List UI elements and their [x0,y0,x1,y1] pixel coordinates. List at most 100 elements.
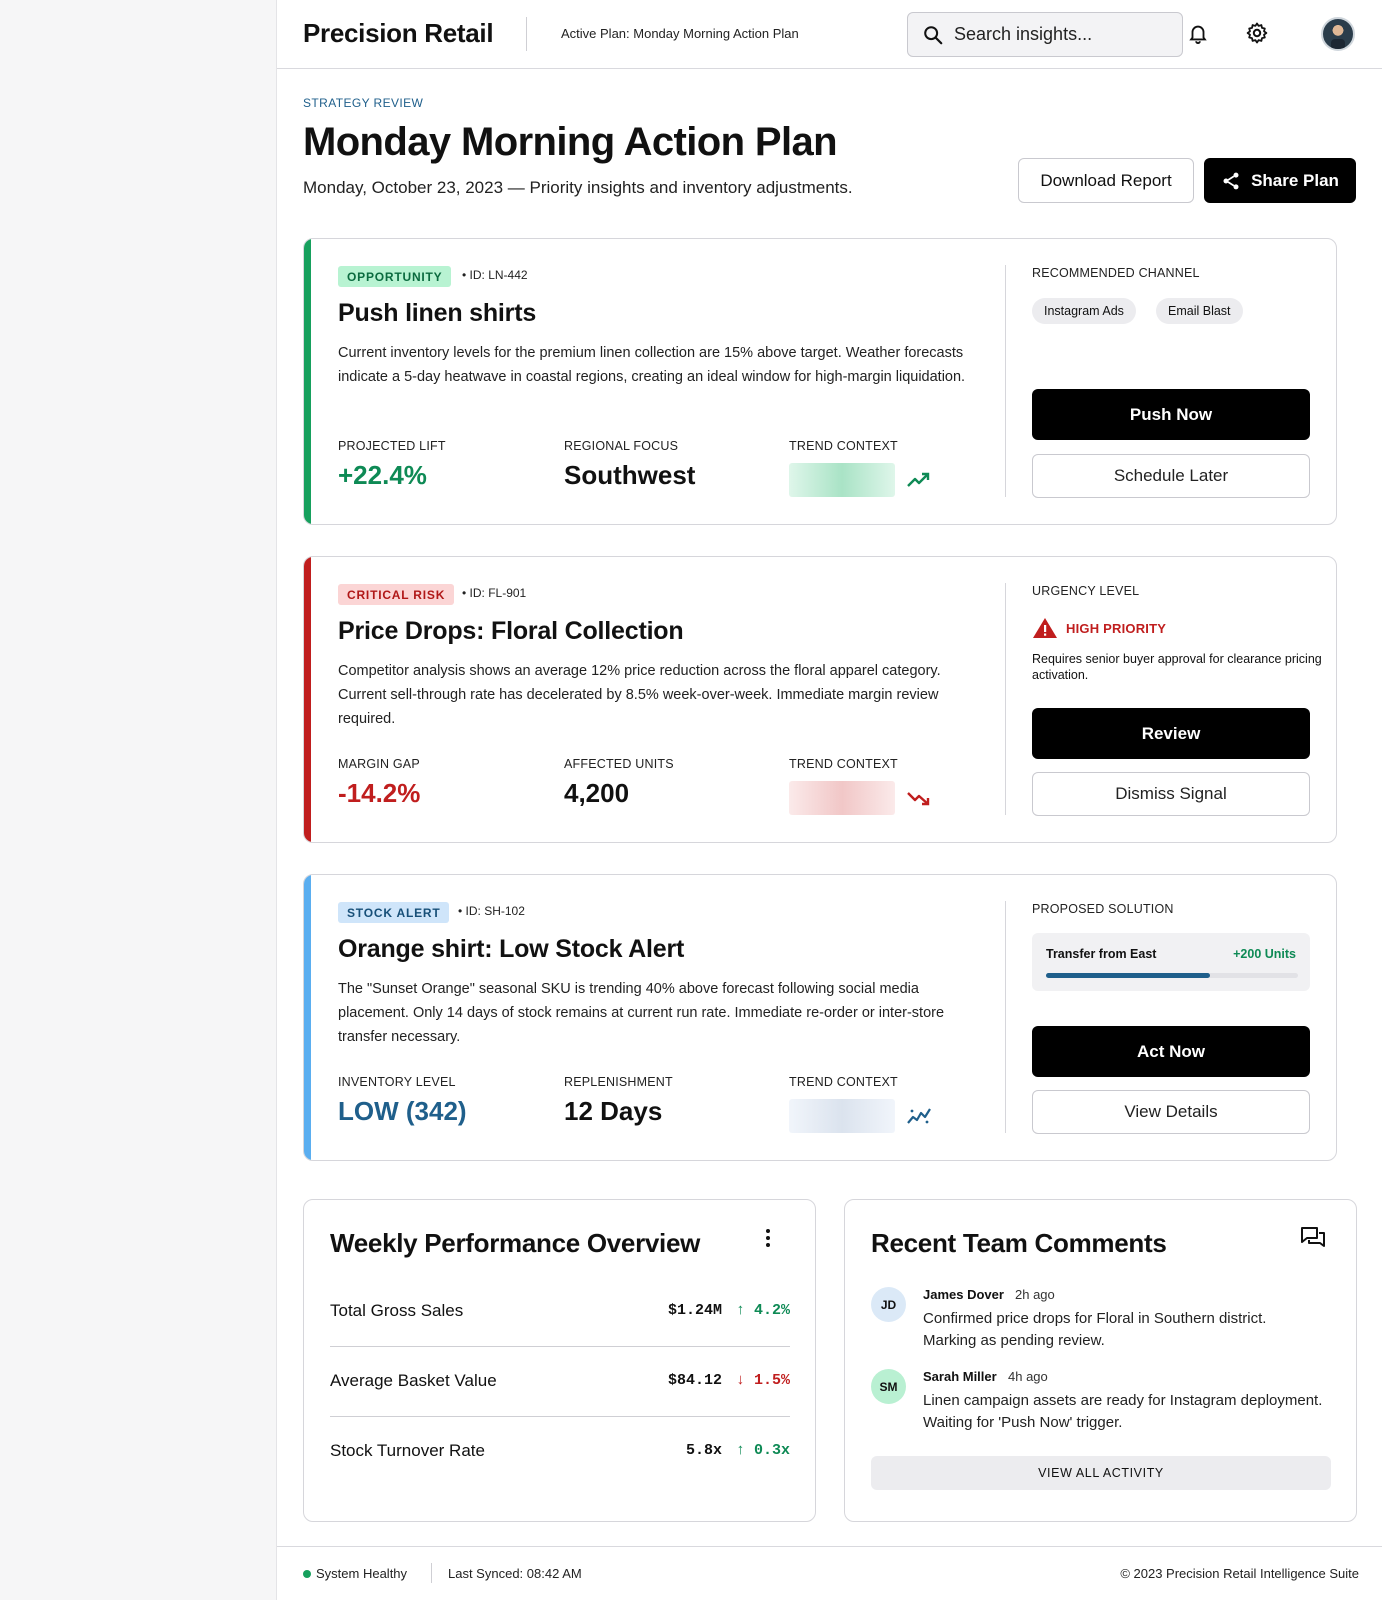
solution-progress-fill [1046,973,1210,978]
insight-card-linen: OPPORTUNITY • ID: LN-442 Push linen shir… [303,238,1337,525]
footer: System Healthy Last Synced: 08:42 AM © 2… [277,1546,1382,1600]
metric-label-affected-units: AFFECTED UNITS [564,757,674,771]
solution-name: Transfer from East [1046,947,1157,961]
proposed-solution-box[interactable]: Transfer from East +200 Units [1032,933,1310,991]
side-label: RECOMMENDED CHANNEL [1032,266,1200,280]
page-subtitle: Monday, October 23, 2023 — Priority insi… [303,178,853,197]
comment-time: 2h ago [1015,1287,1055,1302]
dismiss-signal-button[interactable]: Dismiss Signal [1032,772,1310,816]
comment-time: 4h ago [1008,1369,1048,1384]
solution-units: +200 Units [1233,947,1296,961]
comment-avatar: SM [871,1369,906,1404]
more-options-icon[interactable] [760,1226,776,1250]
system-status: System Healthy [316,1566,408,1581]
card-accent-bar [304,875,311,1160]
active-plan-label: Active Plan: Monday Morning Action Plan [561,26,799,41]
last-synced: Last Synced: 08:42 AM [448,1566,582,1581]
comment-avatar: JD [871,1287,906,1322]
metric-label-projected-lift: PROJECTED LIFT [338,439,446,453]
side-label: PROPOSED SOLUTION [1032,902,1174,916]
share-plan-label: Share Plan [1251,170,1339,190]
panel-title: Weekly Performance Overview [330,1228,701,1258]
insight-card-orange-shirt: STOCK ALERT • ID: SH-102 Orange shirt: L… [303,874,1337,1161]
metric-value-margin-gap: -14.2% [338,778,421,808]
metric-label-replenishment: REPLENISHMENT [564,1075,673,1089]
share-plan-button[interactable]: Share Plan [1204,158,1356,203]
download-report-button[interactable]: Download Report [1018,158,1194,203]
metric-label-inventory-level: INVENTORY LEVEL [338,1075,456,1089]
perf-row-gross-sales: Total Gross Sales $1.24M ↑ 4.2% [330,1277,790,1347]
user-avatar[interactable] [1321,17,1355,51]
card-accent-bar [304,239,311,524]
metric-value-projected-lift: +22.4% [338,460,427,490]
main-content: Precision Retail Active Plan: Monday Mor… [276,0,1382,1600]
card-description: Current inventory levels for the premium… [338,345,966,385]
push-now-button[interactable]: Push Now [1032,389,1310,440]
comments-icon[interactable] [1300,1226,1326,1250]
metric-label-margin-gap: MARGIN GAP [338,757,420,771]
search-icon [924,25,943,44]
insight-card-floral: CRITICAL RISK • ID: FL-901 Price Drops: … [303,556,1337,843]
panel-title: Recent Team Comments [871,1228,1167,1258]
view-all-activity-button[interactable]: VIEW ALL ACTIVITY [871,1456,1331,1490]
review-button[interactable]: Review [1032,708,1310,759]
left-rail [0,0,276,1600]
warning-icon [1033,618,1057,638]
metric-label-trend-context: TREND CONTEXT [789,439,898,453]
share-icon [1223,172,1239,189]
card-title: Push linen shirts [338,299,537,327]
metric-value-affected-units: 4,200 [564,778,630,808]
footer-divider [431,1563,432,1583]
card-divider [1005,583,1006,815]
card-title: Orange shirt: Low Stock Alert [338,935,685,963]
comment-author: James Dover [923,1287,1004,1302]
card-divider [1005,901,1006,1133]
bell-icon[interactable] [1185,20,1211,46]
opportunity-badge: OPPORTUNITY [338,266,452,287]
metric-label-trend-context: TREND CONTEXT [789,757,898,771]
metric-label-regional-focus: REGIONAL FOCUS [564,439,679,453]
header-divider [526,17,527,51]
brand-name[interactable]: Precision Retail [303,18,494,49]
act-now-button[interactable]: Act Now [1032,1026,1310,1077]
schedule-later-button[interactable]: Schedule Later [1032,454,1310,498]
priority-note: Requires senior buyer approval for clear… [1032,652,1322,682]
comment-author: Sarah Miller [923,1369,997,1384]
perf-delta: ↓ 1.5% [735,1372,790,1389]
search-input[interactable] [954,24,1174,45]
trend-sparkline [789,781,895,815]
team-comments-panel: Recent Team Comments JD James Dover 2h a… [844,1199,1357,1522]
comment-item: JD James Dover 2h ago Confirmed price dr… [871,1287,1331,1357]
status-dot-icon [303,1570,311,1578]
metric-value-inventory-level: LOW (342) [338,1096,467,1126]
critical-risk-badge: CRITICAL RISK [338,584,455,605]
metric-label-trend-context: TREND CONTEXT [789,1075,898,1089]
weekly-performance-panel: Weekly Performance Overview Total Gross … [303,1199,816,1522]
page-title: Monday Morning Action Plan [303,120,838,164]
perf-value: $84.12 [667,1372,722,1389]
card-id: • ID: LN-442 [462,268,528,282]
perf-row-turnover: Stock Turnover Rate 5.8x ↑ 0.3x [330,1417,790,1487]
gear-icon[interactable] [1244,20,1270,46]
search-box[interactable] [907,12,1183,57]
channel-chip-instagram[interactable]: Instagram Ads [1032,298,1136,324]
perf-value: $1.24M [667,1302,722,1319]
view-details-button[interactable]: View Details [1032,1090,1310,1134]
trend-sparkline [789,463,895,497]
stock-alert-badge: STOCK ALERT [338,902,450,923]
priority-indicator: HIGH PRIORITY [1032,617,1166,639]
copyright: © 2023 Precision Retail Intelligence Sui… [1120,1566,1359,1581]
comment-item: SM Sarah Miller 4h ago Linen campaign as… [871,1369,1331,1439]
comment-text: Confirmed price drops for Floral in Sout… [923,1310,1267,1349]
channel-chip-email[interactable]: Email Blast [1156,298,1243,324]
comment-text: Linen campaign assets are ready for Inst… [923,1392,1323,1431]
metric-value-regional-focus: Southwest [564,460,696,490]
metric-value-replenishment: 12 Days [564,1096,663,1126]
perf-name: Average Basket Value [330,1371,497,1390]
perf-delta: ↑ 0.3x [735,1442,790,1459]
trend-sparkline [789,1099,895,1133]
page-eyebrow: STRATEGY REVIEW [303,96,424,110]
solution-progress-track [1046,973,1298,978]
perf-value: 5.8x [685,1442,722,1459]
perf-row-basket-value: Average Basket Value $84.12 ↓ 1.5% [330,1347,790,1417]
